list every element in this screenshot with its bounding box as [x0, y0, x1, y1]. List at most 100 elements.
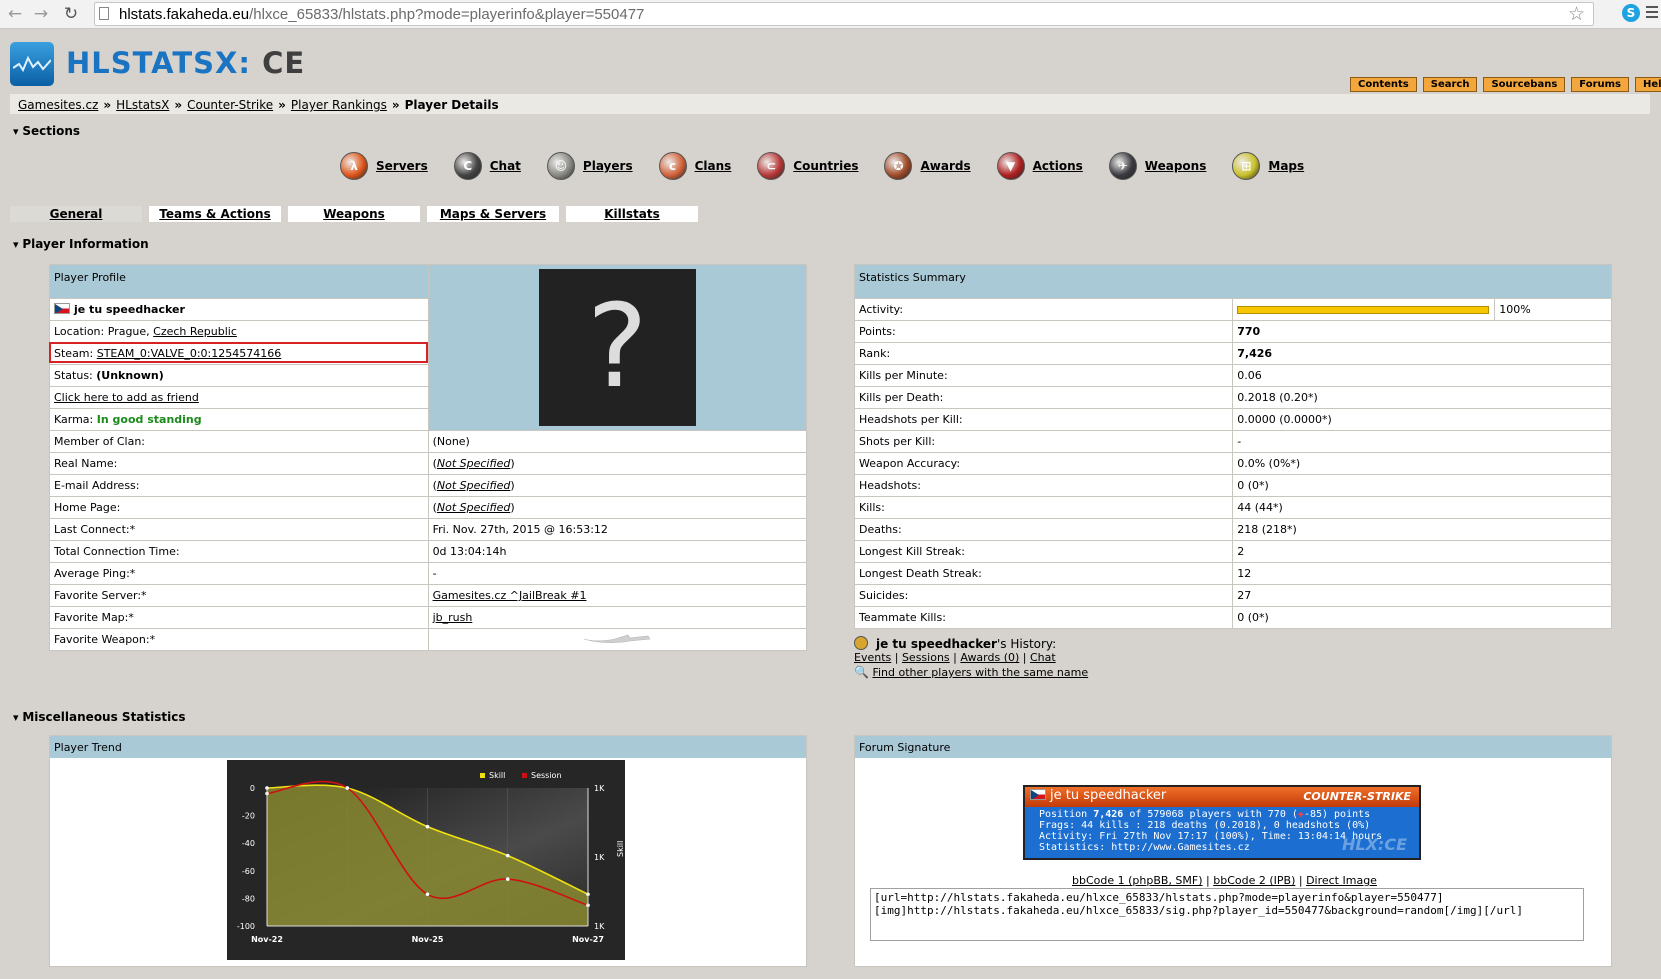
- favorite-link[interactable]: Gamesites.cz ^JailBreak #1: [433, 589, 587, 602]
- find-same-name-link[interactable]: Find other players with the same name: [872, 666, 1088, 679]
- top-link-sourcebans[interactable]: Sourcebans: [1483, 77, 1566, 92]
- misc-stats-title[interactable]: Miscellaneous Statistics: [13, 710, 185, 724]
- tab-teams-actions[interactable]: Teams & Actions: [149, 206, 281, 222]
- top-link-contents[interactable]: Contents: [1350, 77, 1417, 92]
- y-tick-label: -40: [242, 839, 255, 848]
- top-link-help[interactable]: Help: [1635, 77, 1661, 92]
- stats-row-label: Longest Death Streak:: [853, 562, 1234, 585]
- profile-row-value: (Not Specified): [427, 452, 808, 475]
- profile-row-label: Favorite Map:*: [49, 606, 429, 629]
- tab-bar: General Teams & Actions Weapons Maps & Serv…: [10, 206, 705, 222]
- tab-general[interactable]: General: [10, 206, 142, 222]
- y-tick-label: -60: [242, 867, 255, 876]
- bbcode-links: bbCode 1 (phpBB, SMF) | bbCode 2 (IPB) |…: [1072, 874, 1377, 887]
- steam-cell: Steam: STEAM_0:VALVE_0:0:1254574166: [49, 342, 429, 365]
- servers-icon: λ: [340, 152, 368, 180]
- not-specified-link[interactable]: Not Specified: [437, 501, 510, 514]
- bbcode-link-bbcode-1-phpbb-smf[interactable]: bbCode 1 (phpBB, SMF): [1072, 874, 1203, 887]
- tab-maps-servers[interactable]: Maps & Servers: [427, 206, 559, 222]
- address-bar[interactable]: hlstats.fakaheda.eu/hlxce_65833/hlstats.…: [94, 2, 1594, 26]
- signature-code-textarea[interactable]: [url=http://hlstats.fakaheda.eu/hlxce_65…: [870, 888, 1584, 941]
- history-link-events[interactable]: Events: [854, 651, 891, 664]
- player-information-title[interactable]: Player Information: [13, 237, 148, 251]
- section-actions[interactable]: ▼ Actions: [996, 152, 1083, 180]
- back-icon[interactable]: ←: [4, 3, 26, 25]
- logo-text[interactable]: HLSTATSX: CE: [66, 46, 305, 80]
- section-chat[interactable]: C Chat: [453, 152, 521, 180]
- history-link-awards-0[interactable]: Awards (0): [960, 651, 1019, 664]
- url-text: hlstats.fakaheda.eu/hlxce_65833/hlstats.…: [119, 6, 645, 23]
- maps-icon: ⊞: [1232, 152, 1261, 180]
- breadcrumb-gamesites-cz[interactable]: Gamesites.cz: [18, 98, 98, 112]
- stats-row: Rank: 7,426: [853, 342, 1612, 365]
- section-weapons[interactable]: ✈ Weapons: [1108, 152, 1206, 180]
- breadcrumb-current: Player Details: [404, 98, 499, 112]
- breadcrumb-separator: »: [103, 98, 112, 112]
- sections-title[interactable]: Sections: [13, 124, 80, 138]
- forward-icon[interactable]: →: [30, 3, 52, 25]
- profile-row-value: jb_rush: [427, 606, 808, 629]
- profile-row-label: E-mail Address:: [49, 474, 429, 497]
- stats-row-value: -: [1232, 430, 1612, 453]
- top-link-forums[interactable]: Forums: [1571, 77, 1629, 92]
- not-specified-link[interactable]: Not Specified: [437, 479, 510, 492]
- awards-icon: ✪: [884, 152, 913, 180]
- section-players[interactable]: ☺ Players: [546, 152, 633, 180]
- not-specified-link[interactable]: Not Specified: [437, 457, 510, 470]
- breadcrumb-counter-strike[interactable]: Counter-Strike: [187, 98, 273, 112]
- y2-axis-label: Skill: [616, 841, 625, 857]
- profile-row: Member of Clan: (None): [49, 430, 808, 453]
- profile-row-value: (None): [427, 430, 808, 453]
- y2-tick-label: 1K: [594, 922, 605, 931]
- profile-row: E-mail Address: (Not Specified): [49, 474, 808, 497]
- favorite-link[interactable]: jb_rush: [433, 611, 473, 624]
- tab-killstats[interactable]: Killstats: [566, 206, 698, 222]
- activity-bar: [1237, 306, 1490, 314]
- stats-row: Deaths: 218 (218*): [853, 518, 1612, 541]
- profile-row-label: Real Name:: [49, 452, 429, 475]
- breadcrumb-separator: »: [174, 98, 183, 112]
- history-link-chat[interactable]: Chat: [1030, 651, 1056, 664]
- karma-cell: Karma: In good standing: [49, 408, 429, 431]
- history-link-sessions[interactable]: Sessions: [902, 651, 950, 664]
- top-link-search[interactable]: Search: [1422, 77, 1478, 92]
- section-awards[interactable]: ✪ Awards: [884, 152, 971, 180]
- breadcrumb-bar: Gamesites.cz » HLstatsX » Counter-Strike » Pla…: [10, 94, 1650, 114]
- logo-icon: [10, 42, 54, 86]
- signature-flag-icon: [1030, 789, 1046, 800]
- breadcrumb-hlstatsx[interactable]: HLstatsX: [116, 98, 169, 112]
- x-tick-label: Nov-22: [251, 935, 283, 944]
- profile-row-label: Average Ping:*: [49, 562, 429, 585]
- bbcode-link-bbcode-2-ipb[interactable]: bbCode 2 (IPB): [1213, 874, 1295, 887]
- section-clans[interactable]: c Clans: [658, 152, 731, 180]
- stats-row-value: 0.06: [1232, 364, 1612, 387]
- stats-row-label: Headshots:: [853, 474, 1234, 497]
- browser-menu-icon[interactable]: [1646, 6, 1658, 21]
- stats-row-value: 0 (0*): [1232, 474, 1612, 497]
- profile-row-label: Favorite Server:*: [49, 584, 429, 607]
- reload-icon[interactable]: ↻: [60, 3, 82, 25]
- bbcode-link-direct-image[interactable]: Direct Image: [1306, 874, 1377, 887]
- country-link[interactable]: Czech Republic: [153, 325, 237, 338]
- stats-row: Points: 770: [853, 320, 1612, 343]
- forum-signature-header: Forum Signature: [855, 736, 1611, 758]
- steam-id-link[interactable]: STEAM_0:VALVE_0:0:1254574166: [97, 347, 282, 360]
- search-icon: 🔍: [854, 665, 869, 679]
- skype-extension-icon[interactable]: S: [1622, 4, 1640, 22]
- tab-weapons[interactable]: Weapons: [288, 206, 420, 222]
- section-label: Servers: [376, 159, 428, 173]
- add-friend-link[interactable]: Click here to add as friend: [54, 391, 199, 404]
- top-links: Contents Search Sourcebans Forums Help: [1350, 77, 1661, 92]
- breadcrumb-player-rankings[interactable]: Player Rankings: [291, 98, 387, 112]
- section-maps[interactable]: ⊞ Maps: [1232, 152, 1304, 180]
- section-countries[interactable]: ⊂ Countries: [757, 152, 858, 180]
- signature-image: je tu speedhacker COUNTER-STRIKE Position…: [1023, 785, 1421, 860]
- data-point-session: [505, 877, 510, 881]
- player-profile-table: Player Profile ? je tu speedhacker Locat…: [49, 264, 808, 651]
- stats-row-value: 27: [1232, 584, 1612, 607]
- stats-row: Longest Kill Streak: 2: [853, 540, 1612, 563]
- bookmark-star-icon[interactable]: ☆: [1568, 3, 1585, 25]
- section-servers[interactable]: λ Servers: [340, 152, 428, 180]
- favorite-weapon-cell: [427, 628, 808, 651]
- stats-row: Kills: 44 (44*): [853, 496, 1612, 519]
